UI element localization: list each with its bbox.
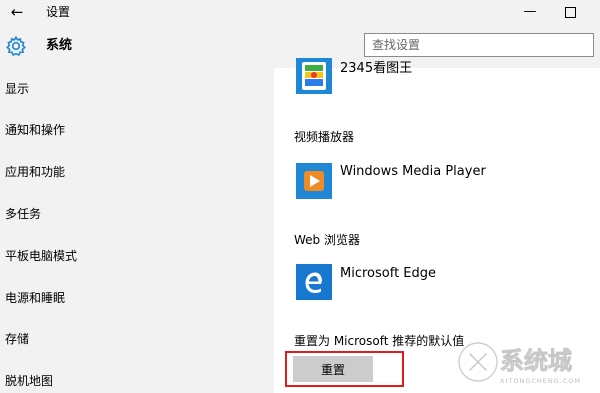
microsoft-edge-icon[interactable] xyxy=(296,264,332,300)
sidebar-item-tablet-mode[interactable]: 平板电脑模式 xyxy=(5,247,77,265)
back-arrow-icon: ← xyxy=(10,3,24,21)
search-input[interactable] xyxy=(372,35,592,55)
search-box[interactable] xyxy=(364,33,594,57)
video-player-label: 视频播放器 xyxy=(294,130,355,144)
web-browser-app-name[interactable]: Microsoft Edge xyxy=(340,265,436,283)
gear-icon xyxy=(6,35,26,57)
page-title: 系统 xyxy=(46,38,73,53)
sidebar-item-apps[interactable]: 应用和功能 xyxy=(5,163,65,181)
sidebar-item-display[interactable]: 显示 xyxy=(5,80,29,98)
sidebar-item-notifications[interactable]: 通知和操作 xyxy=(5,121,65,139)
photo-viewer-app-icon[interactable] xyxy=(296,58,332,94)
maximize-button[interactable] xyxy=(556,2,584,22)
sidebar-item-multitasking[interactable]: 多任务 xyxy=(5,205,41,223)
minimize-icon: — xyxy=(523,4,537,19)
back-button[interactable]: ← xyxy=(6,2,28,22)
watermark-subtext: XITONGCHENG.COM xyxy=(500,377,581,385)
sidebar: 显示 通知和操作 应用和功能 多任务 平板电脑模式 电源和睡眠 存储 脱机地图 xyxy=(0,68,274,393)
window-title: 设置 xyxy=(46,5,71,19)
reset-button[interactable]: 重置 xyxy=(293,356,373,382)
sidebar-item-power-sleep[interactable]: 电源和睡眠 xyxy=(5,289,65,307)
minimize-button[interactable]: — xyxy=(516,2,544,22)
sidebar-item-offline-maps[interactable]: 脱机地图 xyxy=(5,372,53,390)
maximize-icon xyxy=(564,7,576,18)
windows-media-player-icon[interactable] xyxy=(296,163,332,199)
video-player-app-name[interactable]: Windows Media Player xyxy=(340,163,486,181)
watermark-logo: 系统城 XITONGCHENG.COM xyxy=(457,341,581,385)
web-browser-label: Web 浏览器 xyxy=(294,233,360,247)
title-bar: ← 设置 — xyxy=(0,0,600,24)
photo-viewer-app-name[interactable]: 2345看图王 xyxy=(340,60,412,78)
sidebar-item-storage[interactable]: 存储 xyxy=(5,330,29,348)
reset-label: 重置为 Microsoft 推荐的默认值 xyxy=(294,334,465,348)
watermark-text: 系统城 xyxy=(500,347,572,375)
